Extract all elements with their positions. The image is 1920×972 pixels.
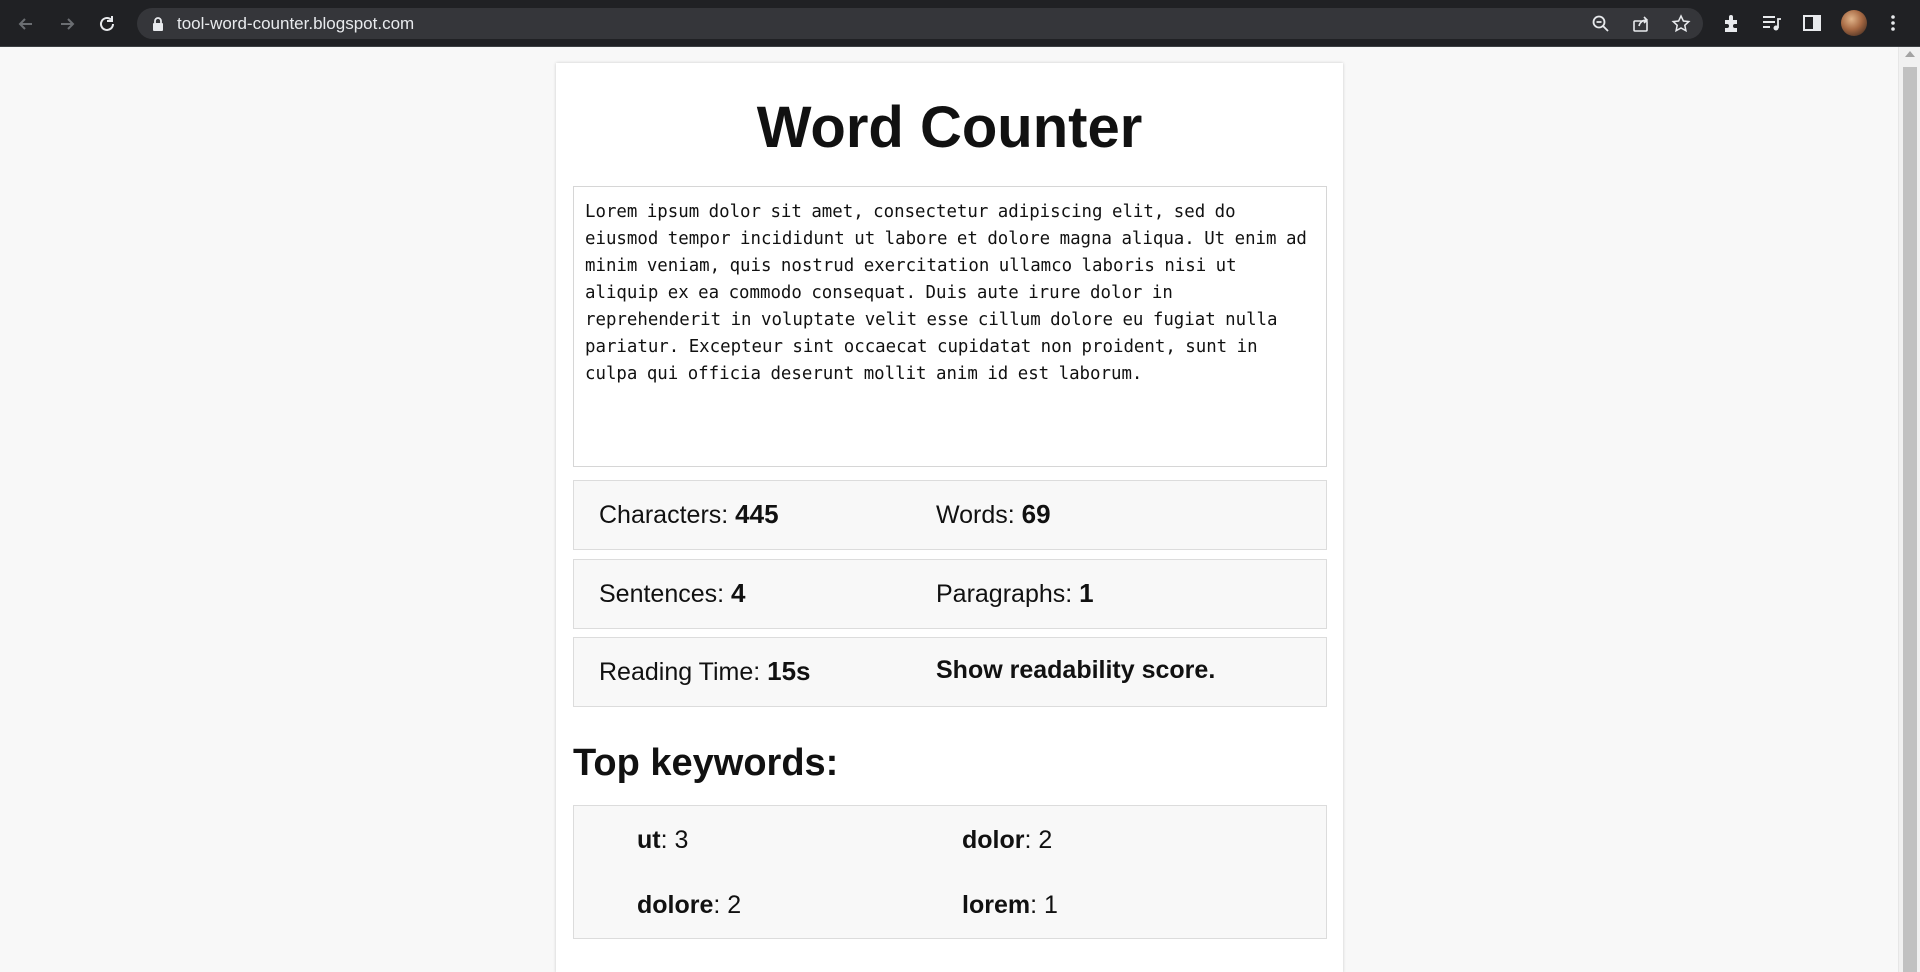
page-scrollbar[interactable] [1898, 47, 1920, 972]
scroll-up-icon[interactable] [1905, 51, 1915, 57]
media-icon[interactable] [1760, 12, 1782, 34]
url-text[interactable]: tool-word-counter.blogspot.com [177, 14, 414, 34]
reload-icon[interactable] [93, 10, 121, 38]
keyword-item: dolor: 2 [962, 826, 1053, 854]
extensions-icon[interactable] [1721, 12, 1743, 34]
word-counter-card: Word Counter Lorem ipsum dolor sit amet,… [556, 63, 1343, 972]
scroll-thumb[interactable] [1903, 67, 1917, 972]
share-icon[interactable] [1631, 14, 1651, 34]
sentences-stat: Sentences: 4 [599, 578, 746, 608]
star-icon[interactable] [1671, 14, 1691, 34]
reading-time-stat: Reading Time: 15s [599, 656, 811, 686]
avatar[interactable] [1841, 10, 1867, 36]
back-icon[interactable] [12, 10, 40, 38]
toolbar-divider [0, 46, 1920, 47]
side-panel-icon[interactable] [1801, 12, 1823, 34]
address-bar[interactable]: tool-word-counter.blogspot.com [137, 8, 1703, 39]
keywords-box: ut: 3 dolor: 2 dolore: 2 lorem: 1 [573, 805, 1327, 939]
show-readability-link[interactable]: Show readability score. [936, 656, 1215, 685]
zoom-icon[interactable] [1591, 14, 1611, 34]
browser-toolbar: tool-word-counter.blogspot.com [0, 0, 1920, 47]
keyword-item: lorem: 1 [962, 891, 1058, 919]
stats-row-sentences-paragraphs: Sentences: 4 Paragraphs: 1 [573, 559, 1327, 629]
characters-stat: Characters: 445 [599, 499, 779, 529]
paragraphs-stat: Paragraphs: 1 [936, 578, 1094, 608]
stats-row-characters-words: Characters: 445 Words: 69 [573, 480, 1327, 550]
forward-icon[interactable] [53, 10, 81, 38]
words-stat: Words: 69 [936, 499, 1051, 529]
menu-icon[interactable] [1882, 12, 1904, 34]
keyword-item: ut: 3 [637, 826, 689, 854]
stats-row-reading-time: Reading Time: 15s Show readability score… [573, 637, 1327, 707]
top-keywords-heading: Top keywords: [573, 742, 839, 784]
lock-icon[interactable] [151, 16, 165, 32]
keyword-item: dolore: 2 [637, 891, 742, 919]
page-title: Word Counter [756, 95, 1143, 160]
text-input[interactable]: Lorem ipsum dolor sit amet, consectetur … [573, 186, 1327, 467]
